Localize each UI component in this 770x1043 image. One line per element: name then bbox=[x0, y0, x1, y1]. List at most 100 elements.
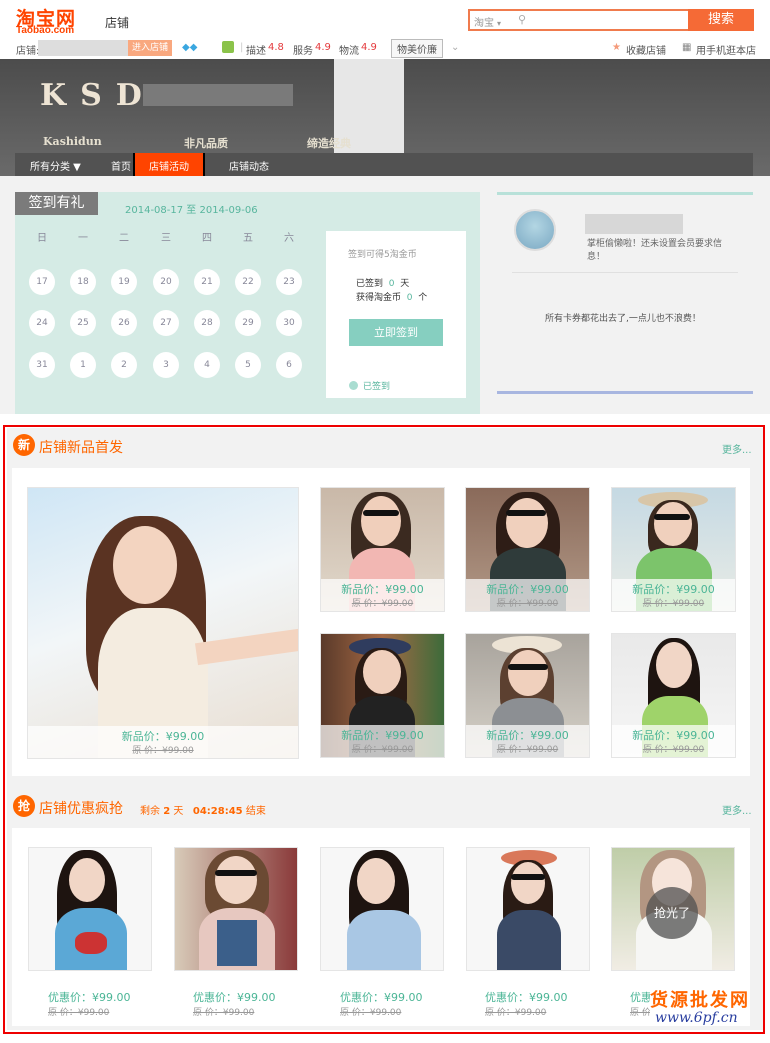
original-price: 原 价：¥99.00 bbox=[496, 599, 559, 609]
calendar-day: 26 bbox=[111, 310, 137, 336]
product-card[interactable]: 新品价：¥99.00 原 价：¥99.00 bbox=[27, 487, 299, 759]
favorite-shop-link[interactable]: 收藏店铺 bbox=[626, 42, 666, 57]
original-price: 原 价：¥99.00 bbox=[351, 745, 414, 755]
shop-label: 店铺: bbox=[16, 46, 40, 57]
calendar-day: 22 bbox=[235, 269, 261, 295]
weekday-label: 四 bbox=[202, 233, 212, 244]
search-button[interactable]: 搜索 bbox=[688, 9, 754, 31]
new-more-link[interactable]: 更多... bbox=[722, 441, 752, 456]
new-price: 新品价：¥99.00 bbox=[341, 583, 424, 596]
product-image bbox=[29, 848, 151, 970]
sign-in-button[interactable]: 立即签到 bbox=[349, 319, 443, 346]
calendar-day: 4 bbox=[194, 352, 220, 378]
taobao-logo-en[interactable]: Taobao.com bbox=[16, 25, 74, 36]
calendar-day: 17 bbox=[29, 269, 55, 295]
weekday-label: 一 bbox=[78, 233, 88, 244]
calendar-day: 27 bbox=[153, 310, 179, 336]
earned-coins-row: 获得淘金币 0 个 bbox=[356, 290, 427, 303]
price-caption: 新品价：¥99.00 原 价：¥99.00 bbox=[28, 726, 298, 758]
deal-original-price: 原 价：¥99.00 bbox=[193, 1008, 255, 1018]
nav-home[interactable]: 首页 bbox=[111, 158, 131, 173]
nav-activities[interactable]: 店铺活动 bbox=[133, 153, 205, 176]
calendar-day: 30 bbox=[276, 310, 302, 336]
price-caption: 新品价：¥99.00 原 价：¥99.00 bbox=[612, 579, 735, 611]
deal-product-card[interactable] bbox=[174, 847, 298, 971]
watermark-title: 货源批发网 bbox=[650, 990, 750, 1011]
product-card[interactable]: 新品价：¥99.00 原 价：¥99.00 bbox=[465, 633, 590, 758]
qrcode-icon: ▦ bbox=[682, 42, 692, 53]
reward-text: 签到可得5淘金币 bbox=[348, 250, 417, 260]
new-price: 新品价：¥99.00 bbox=[121, 730, 205, 743]
product-card[interactable]: 新品价：¥99.00 原 价：¥99.00 bbox=[320, 633, 445, 758]
member-message: 掌柜偷懒啦！还未设置会员要求信息！ bbox=[587, 239, 723, 262]
weekday-label: 六 bbox=[284, 233, 294, 244]
checkin-date-range: 2014-08-17 至 2014-09-06 bbox=[125, 205, 258, 216]
deal-original-price: 原 价：¥99.00 bbox=[630, 1008, 650, 1018]
new-badge-icon: 新 bbox=[13, 434, 35, 456]
remain-days: 2 bbox=[163, 806, 171, 817]
weekday-label: 三 bbox=[161, 233, 171, 244]
new-price: 新品价：¥99.00 bbox=[632, 729, 715, 742]
product-card[interactable]: 新品价：¥99.00 原 价：¥99.00 bbox=[611, 633, 736, 758]
chevron-down-icon[interactable]: ⌄ bbox=[451, 42, 459, 53]
calendar-day: 2 bbox=[111, 352, 137, 378]
nav-news[interactable]: 店铺动态 bbox=[229, 158, 269, 173]
deal-more-link[interactable]: 更多... bbox=[722, 802, 752, 817]
product-image bbox=[28, 488, 298, 758]
shop-name-redacted bbox=[38, 40, 128, 56]
weekday-label: 日 bbox=[37, 233, 47, 244]
calendar-day: 19 bbox=[111, 269, 137, 295]
calendar-day: 3 bbox=[153, 352, 179, 378]
deal-original-price: 原 价：¥99.00 bbox=[340, 1008, 402, 1018]
deal-section-title: 店铺优惠疯抢 bbox=[39, 801, 123, 817]
original-price: 原 价：¥99.00 bbox=[642, 599, 705, 609]
enter-shop-button[interactable]: 进入店铺 bbox=[128, 40, 172, 56]
new-price: 新品价：¥99.00 bbox=[486, 583, 569, 596]
search-scope-select[interactable]: 淘宝 bbox=[474, 14, 501, 29]
original-price: 原 价：¥99.00 bbox=[496, 745, 559, 755]
banner-tag-classic: 缔造经典 bbox=[307, 137, 351, 150]
deal-product-card[interactable] bbox=[28, 847, 152, 971]
original-price: 原 价：¥99.00 bbox=[132, 746, 194, 756]
original-price: 原 价：¥99.00 bbox=[351, 599, 414, 609]
calendar-day: 31 bbox=[29, 352, 55, 378]
coupon-message: 所有卡券都花出去了,一点儿也不浪费！ bbox=[545, 314, 701, 324]
mobile-shop-link[interactable]: 用手机逛本店 bbox=[696, 42, 756, 57]
calendar-day: 29 bbox=[235, 310, 261, 336]
nav-all-categories[interactable]: 所有分类 ▼ bbox=[30, 158, 81, 173]
deal-product-card[interactable] bbox=[320, 847, 444, 971]
deal-original-price: 原 价：¥99.00 bbox=[485, 1008, 547, 1018]
signed-unit: 天 bbox=[400, 279, 410, 289]
product-card[interactable]: 新品价：¥99.00 原 价：¥99.00 bbox=[320, 487, 445, 612]
signed-legend-dot bbox=[349, 381, 358, 390]
brand-logo[interactable]: KSD bbox=[40, 78, 156, 113]
signed-label: 已签到 bbox=[356, 279, 384, 289]
deal-price: 优惠价：¥99.00 bbox=[630, 991, 650, 1004]
new-price: 新品价：¥99.00 bbox=[632, 583, 715, 596]
weekday-label: 二 bbox=[119, 233, 129, 244]
product-card[interactable]: 新品价：¥99.00 原 价：¥99.00 bbox=[611, 487, 736, 612]
calendar-day: 21 bbox=[194, 269, 220, 295]
price-caption: 新品价：¥99.00 原 价：¥99.00 bbox=[466, 725, 589, 757]
smile-icon bbox=[222, 41, 234, 53]
signed-legend-label: 已签到 bbox=[363, 382, 391, 392]
shop-info-bar: 店铺: 进入店铺 ◆◆ | 描述 4.8 服务 4.9 物流 4.9 物美价廉 … bbox=[0, 39, 770, 58]
price-caption: 新品价：¥99.00 原 价：¥99.00 bbox=[321, 725, 444, 757]
divider bbox=[512, 272, 738, 273]
banner-tag-quality: 非凡品质 bbox=[184, 137, 228, 150]
product-card[interactable]: 新品价：¥99.00 原 价：¥99.00 bbox=[465, 487, 590, 612]
shop-tab[interactable]: 店铺 bbox=[105, 14, 129, 31]
price-caption: 新品价：¥99.00 原 价：¥99.00 bbox=[321, 579, 444, 611]
countdown: 剩余 2 天 04:28:45 结束 bbox=[140, 802, 266, 817]
original-price: 原 价：¥99.00 bbox=[642, 745, 705, 755]
avatar bbox=[514, 209, 556, 251]
desc-label: 描述 bbox=[246, 46, 266, 57]
value-badge[interactable]: 物美价廉 bbox=[391, 39, 443, 58]
desc-score: 4.8 bbox=[268, 42, 284, 53]
member-name-redacted bbox=[585, 214, 683, 234]
watermark-url: www.6pf.cn bbox=[655, 1010, 738, 1026]
service-score: 4.9 bbox=[315, 42, 331, 53]
star-icon: ★ bbox=[612, 42, 621, 53]
deal-product-card[interactable] bbox=[466, 847, 590, 971]
remain-time: 04:28:45 bbox=[192, 806, 243, 817]
